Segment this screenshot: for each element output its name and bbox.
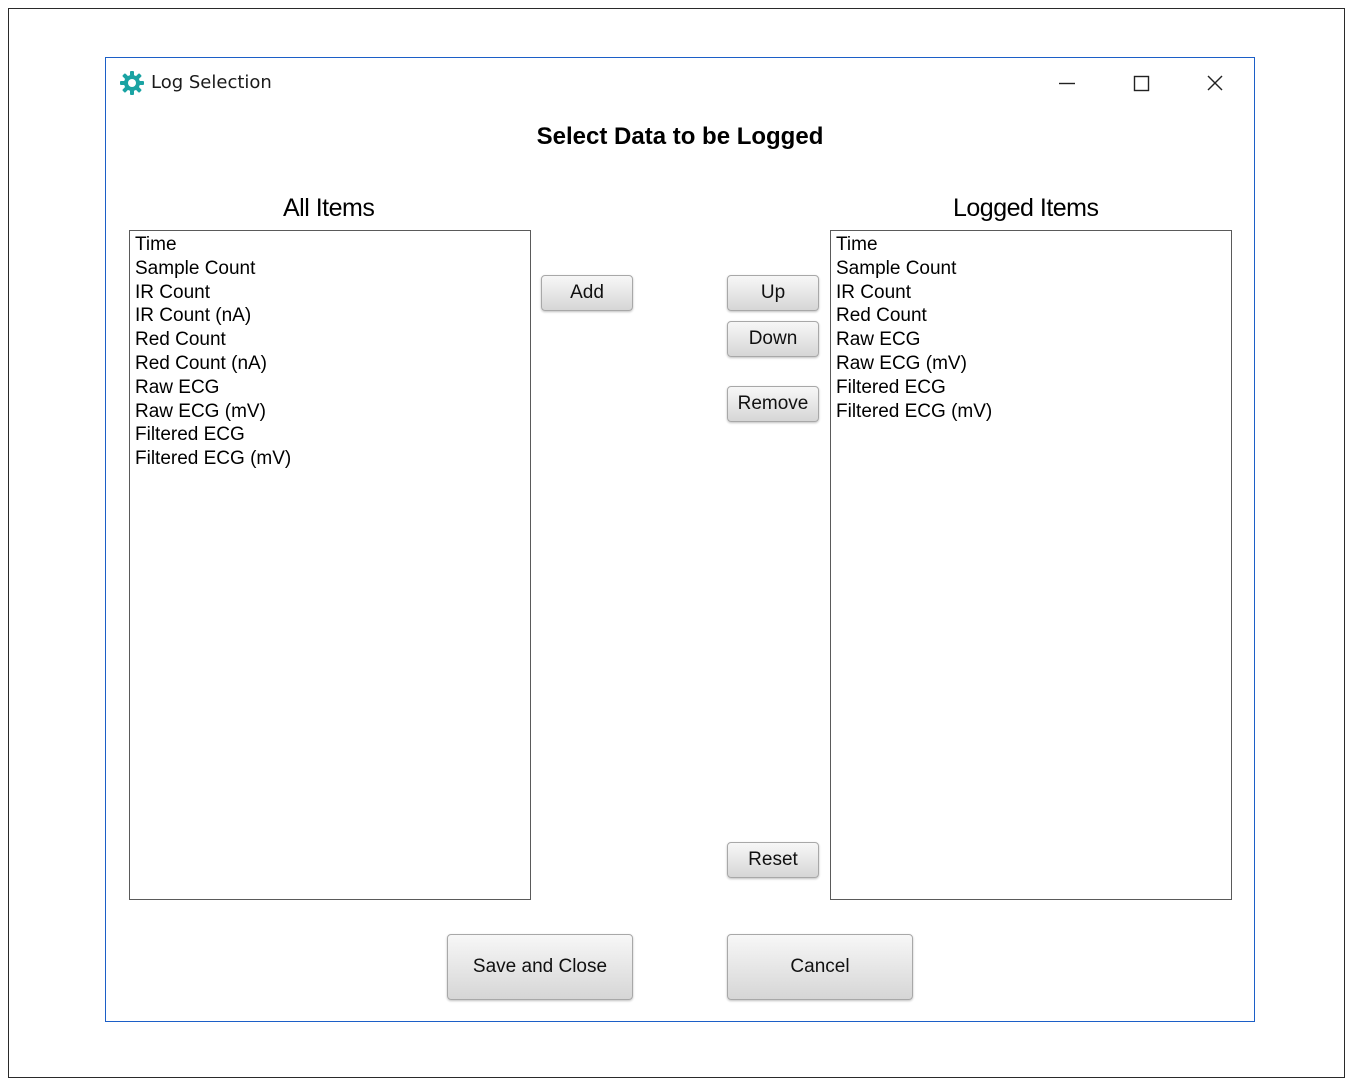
remove-button[interactable]: Remove (727, 386, 819, 422)
list-item[interactable]: Filtered ECG (135, 423, 530, 447)
list-item[interactable]: IR Count (836, 281, 1231, 305)
page-heading: Select Data to be Logged (536, 123, 824, 150)
list-item[interactable]: Sample Count (135, 257, 530, 281)
reset-button[interactable]: Reset (727, 842, 819, 878)
log-selection-window: Log Selection Select Data to be Logged A… (105, 57, 1255, 1022)
list-item[interactable]: Raw ECG (135, 376, 530, 400)
all-items-title: All Items (283, 194, 375, 222)
list-item[interactable]: Filtered ECG (836, 376, 1231, 400)
gear-icon (120, 71, 144, 95)
save-and-close-button[interactable]: Save and Close (447, 934, 633, 1000)
window-title: Log Selection (151, 72, 272, 93)
list-item[interactable]: Filtered ECG (mV) (836, 400, 1231, 424)
logged-items-title: Logged Items (953, 194, 1099, 222)
minimize-icon (1059, 82, 1075, 85)
minimize-button[interactable] (1044, 66, 1090, 100)
list-item[interactable]: Raw ECG (mV) (836, 352, 1231, 376)
close-button[interactable] (1192, 66, 1238, 100)
add-button[interactable]: Add (541, 275, 633, 311)
up-button[interactable]: Up (727, 275, 819, 311)
close-icon (1207, 75, 1223, 91)
list-item[interactable]: Red Count (836, 304, 1231, 328)
cancel-button[interactable]: Cancel (727, 934, 913, 1000)
list-item[interactable]: Red Count (nA) (135, 352, 530, 376)
maximize-icon (1133, 75, 1150, 92)
list-item[interactable]: IR Count (nA) (135, 304, 530, 328)
list-item[interactable]: Time (836, 233, 1231, 257)
down-button[interactable]: Down (727, 321, 819, 357)
logged-items-list[interactable]: Time Sample Count IR Count Red Count Raw… (830, 230, 1232, 900)
list-item[interactable]: Time (135, 233, 530, 257)
list-item[interactable]: Sample Count (836, 257, 1231, 281)
list-item[interactable]: Raw ECG (836, 328, 1231, 352)
list-item[interactable]: Raw ECG (mV) (135, 400, 530, 424)
list-item[interactable]: Filtered ECG (mV) (135, 447, 530, 471)
list-item[interactable]: Red Count (135, 328, 530, 352)
all-items-list[interactable]: Time Sample Count IR Count IR Count (nA)… (129, 230, 531, 900)
maximize-button[interactable] (1118, 66, 1164, 100)
title-bar[interactable]: Log Selection (106, 58, 1254, 106)
list-item[interactable]: IR Count (135, 281, 530, 305)
